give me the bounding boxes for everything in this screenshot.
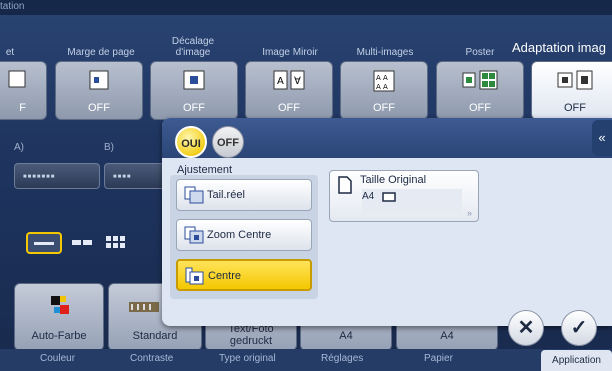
margin-icon [89,70,109,95]
collapse-panel-button[interactable]: « [592,120,612,156]
color-tile-value: Auto-Farbe [31,330,87,342]
color-squares-icon [49,294,71,321]
value-bar-a[interactable]: ■■■■■■■ [14,163,100,189]
bottom-bar [0,349,612,371]
centre-icon [185,267,205,290]
zoom-centre-icon [184,226,204,249]
mirror-image-icon: A ∀ [273,70,305,95]
option-label: Tail.réel [207,189,245,201]
view-single-button[interactable] [26,232,62,254]
color-tile[interactable]: Auto-Farbe [14,283,104,351]
view-double-icon [72,240,92,245]
multi-image-icon: A AA A [373,70,395,97]
tab-value: OFF [373,102,395,114]
tab-button-decalage[interactable]: OFF [150,61,238,120]
shift-image-icon [183,70,205,95]
view-grid-button[interactable] [102,232,132,254]
view-double-button[interactable] [68,232,98,254]
label-a: A) [14,142,24,153]
top-strip [0,0,612,15]
tab-label-adaptation: Adaptation imag [512,40,606,55]
toggle-on-button[interactable]: OUI [175,126,207,158]
tab-value: OFF [278,102,300,114]
ok-button[interactable]: ✓ [561,310,597,346]
tab-button-multi[interactable]: A AA A OFF [340,61,428,120]
actual-size-icon [184,186,204,209]
tab-value: OFF [469,102,491,114]
view-single-icon [34,242,54,245]
original-size-value-box: A4 [362,189,462,213]
tab-button-0[interactable]: F [0,61,47,120]
contrast-tile-value: Standard [132,330,178,342]
tab-value: F [19,102,26,114]
tab-value: OFF [88,102,110,114]
tab-icon [8,70,28,93]
paper-tile-value: A4 [440,330,454,342]
more-arrow-icon: » [466,208,472,218]
tab-button-adaptation[interactable]: OFF [531,61,612,120]
tab-label-decalage: Décalage d'image [171,36,215,58]
original-size-button[interactable]: Taille Original A4 » [329,170,479,222]
tab-label-marge: Marge de page [67,47,135,58]
svg-text:∀: ∀ [294,76,301,87]
contrast-icon [129,300,159,319]
page-icon [338,176,352,199]
svg-text:A: A [277,76,284,87]
tab-couleur[interactable]: Couleur [40,353,75,364]
svg-text:A A: A A [376,83,388,91]
tab-label-0: et [5,47,15,58]
view-grid-icon [106,236,125,248]
label-b: B) [104,142,114,153]
option-actual-size-button[interactable]: Tail.réel [176,179,312,211]
original-type-tile-value: Text/Foto gedruckt [228,323,274,347]
poster-icon [462,70,498,95]
tab-label-multi: Multi-images [356,47,414,58]
original-size-value: A4 [362,191,375,202]
tab-button-marge[interactable]: OFF [55,61,143,120]
tab-value: OFF [564,102,586,114]
tab-button-poster[interactable]: OFF [436,61,524,120]
tab-label-miroir: Image Miroir [262,47,318,58]
option-centre-button[interactable]: Centre [176,259,312,291]
option-label: Centre [208,270,242,282]
toggle-off-button[interactable]: OFF [212,126,244,158]
original-size-title: Taille Original [360,174,427,186]
tab-value: OFF [183,102,205,114]
screen-title: tation [0,1,25,12]
tab-contraste[interactable]: Contraste [130,353,173,364]
tab-reglages[interactable]: Réglages [321,353,363,364]
tab-papier[interactable]: Papier [424,353,453,364]
option-zoom-centre-button[interactable]: Zoom Centre [176,219,312,251]
view-mode-group [16,226,136,260]
cancel-button[interactable]: ✕ [508,310,544,346]
tab-label-poster: Poster [465,47,495,58]
svg-text:A A: A A [376,74,388,82]
tab-button-miroir[interactable]: A ∀ OFF [245,61,333,120]
option-label: Zoom Centre [207,229,272,241]
settings-tile-value: A4 [339,330,353,342]
fit-image-icon [557,70,593,95]
landscape-page-icon [382,192,396,205]
tab-application[interactable]: Application [541,350,612,371]
tab-type-original[interactable]: Type original [219,353,276,364]
